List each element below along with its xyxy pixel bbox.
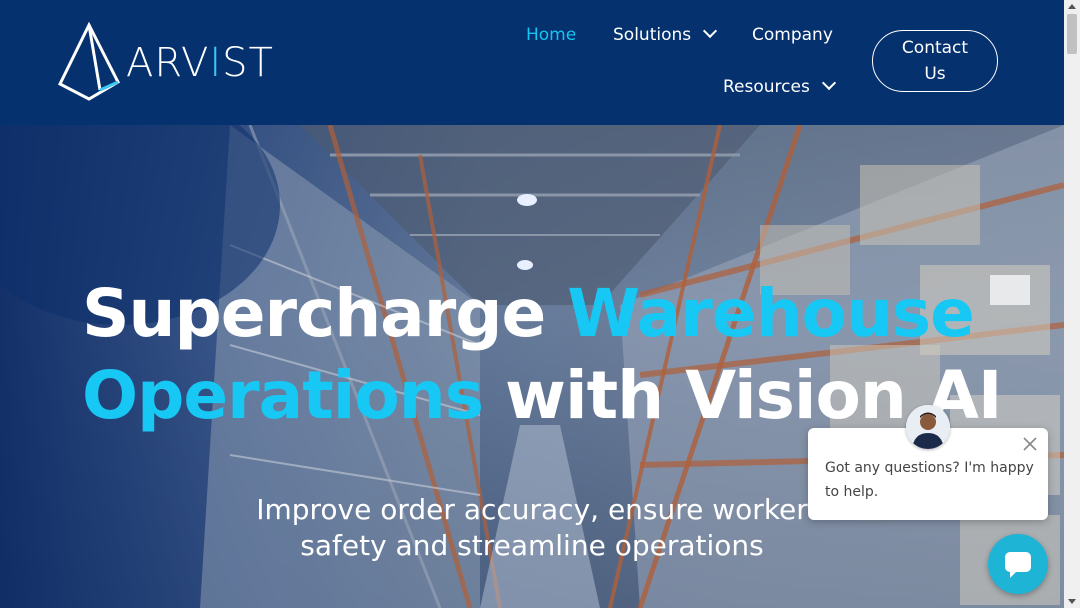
scrollbar-thumb[interactable] bbox=[1067, 14, 1077, 54]
chat-agent-avatar bbox=[906, 405, 950, 449]
chat-greeting-text: Got any questions? I'm happy to help. bbox=[825, 460, 1034, 500]
contact-button-line1: Contact bbox=[901, 38, 969, 58]
scroll-down-arrow-icon[interactable] bbox=[1068, 599, 1076, 604]
chevron-down-icon bbox=[703, 23, 718, 39]
close-icon[interactable] bbox=[1022, 436, 1038, 452]
hero-subtitle-line2: safety and streamline operations bbox=[300, 529, 764, 562]
nav-resources[interactable]: Resources bbox=[723, 75, 836, 97]
nav-resources-label: Resources bbox=[723, 77, 810, 97]
page-scrollbar[interactable] bbox=[1064, 0, 1080, 608]
chat-launcher-button[interactable] bbox=[988, 534, 1048, 594]
hero-title-line1: Supercharge Warehouse bbox=[82, 275, 975, 352]
contact-us-button[interactable]: Contact Us bbox=[872, 30, 998, 92]
scroll-up-arrow-icon[interactable] bbox=[1068, 4, 1076, 9]
arvist-logo[interactable]: ARVIST bbox=[56, 22, 276, 102]
hero-title-cyan-2: Operations bbox=[82, 357, 484, 434]
hero-title-cyan-1: Warehouse bbox=[567, 275, 975, 352]
hero-title-white-1: Supercharge bbox=[82, 275, 568, 352]
chevron-down-icon bbox=[821, 75, 836, 91]
nav-solutions[interactable]: Solutions bbox=[613, 23, 718, 45]
site-header: ARVIST Home Solutions Company Resources … bbox=[0, 0, 1064, 125]
chat-icon bbox=[1005, 552, 1031, 578]
nav-home[interactable]: Home bbox=[526, 25, 576, 45]
logo-text-suffix: ST bbox=[222, 40, 274, 86]
contact-button-line2: Us bbox=[924, 64, 946, 84]
logo-wordmark: ARVIST bbox=[126, 40, 274, 86]
hero-section: Supercharge Warehouse Operations with Vi… bbox=[0, 125, 1064, 608]
logo-text-prefix: ARV bbox=[126, 40, 210, 86]
logo-prism-icon bbox=[58, 22, 120, 101]
nav-solutions-label: Solutions bbox=[613, 25, 692, 45]
logo-text-accent: I bbox=[209, 40, 223, 86]
hero-title-line2: Operations with Vision AI bbox=[82, 357, 1002, 434]
nav-company[interactable]: Company bbox=[752, 25, 833, 45]
